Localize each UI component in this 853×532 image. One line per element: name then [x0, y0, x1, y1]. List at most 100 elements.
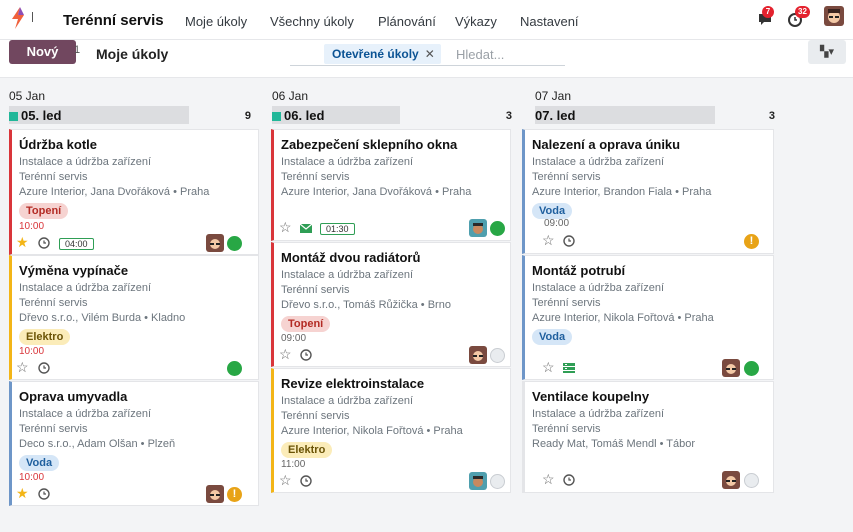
priority-star-icon[interactable]: ☆ — [542, 233, 556, 247]
task-title: Údržba kotle — [19, 137, 98, 152]
assignee-avatar[interactable] — [469, 346, 487, 364]
task-card[interactable]: Revize elektroinstalace Instalace a údrž… — [271, 368, 511, 493]
search-facet-label: Otevřené úkoly — [332, 47, 419, 61]
view-switcher-button[interactable]: ▚▾ — [808, 40, 846, 64]
assignee-avatar[interactable] — [722, 359, 740, 377]
timer-chip: 01:30 — [320, 223, 355, 235]
logo-separator — [32, 12, 33, 22]
card-footer: ☆ — [274, 472, 510, 492]
task-customer: Azure Interior, Nikola Fořtová • Praha — [532, 312, 714, 324]
task-customer: Azure Interior, Jana Dvořáková • Praha — [281, 186, 472, 198]
activity-clock-icon[interactable] — [37, 361, 51, 375]
priority-star-icon[interactable]: ☆ — [279, 473, 293, 487]
priority-star-icon[interactable]: ☆ — [542, 360, 556, 374]
task-time: 11:00 — [281, 459, 306, 470]
task-title: Výměna vypínače — [19, 263, 129, 278]
assignee-avatar[interactable] — [206, 485, 224, 503]
status-normal-icon[interactable] — [490, 474, 505, 489]
card-footer: ☆ ! — [525, 232, 773, 252]
user-avatar[interactable] — [824, 6, 844, 26]
search-input[interactable] — [456, 44, 561, 64]
activity-clock-icon[interactable] — [299, 348, 313, 362]
priority-star-icon[interactable]: ★ — [16, 235, 30, 249]
status-normal-icon[interactable] — [744, 473, 759, 488]
timer-chip: 04:00 — [59, 238, 94, 250]
status-done-icon[interactable] — [744, 361, 759, 376]
task-team: Terénní servis — [532, 423, 601, 435]
priority-star-icon[interactable]: ☆ — [542, 472, 556, 486]
activity-clock-icon[interactable] — [299, 474, 313, 488]
task-card[interactable]: Nalezení a oprava úniku Instalace a údrž… — [522, 129, 774, 254]
task-tag: Voda — [19, 455, 60, 471]
task-customer: Dřevo s.r.o., Vilém Burda • Kladno — [19, 312, 186, 324]
card-footer: ★ ! — [12, 485, 258, 505]
column-progress-mark — [9, 112, 18, 121]
activity-clock-icon[interactable] — [562, 234, 576, 248]
activity-clock-icon[interactable] — [37, 236, 51, 250]
task-project: Instalace a údržba zařízení — [281, 156, 414, 168]
task-title: Revize elektroinstalace — [281, 376, 425, 391]
kanban-column: 06 Jan 06. led 3 Zabezpečení sklepního o… — [271, 86, 522, 506]
activities-badge: 32 — [795, 6, 810, 18]
task-customer: Ready Mat, Tomáš Mendl • Tábor — [532, 438, 696, 450]
card-footer: ★ 04:00 — [12, 234, 258, 254]
task-time: 10:00 — [19, 472, 45, 483]
task-card[interactable]: Údržba kotle Instalace a údržba zařízení… — [9, 129, 259, 255]
search-bar: Otevřené úkoly ✕ — [290, 40, 565, 66]
kanban-column: 07 Jan 07. led 3 Nalezení a oprava úniku… — [522, 86, 785, 506]
app-logo-icon[interactable] — [8, 6, 28, 30]
menu-planning[interactable]: Plánování — [378, 14, 436, 29]
new-button-tail: 1 — [74, 44, 81, 56]
checklist-icon[interactable] — [562, 361, 576, 375]
kanban-view-icon: ▚▾ — [820, 46, 834, 58]
task-tag: Topení — [19, 203, 69, 219]
status-warning-icon[interactable]: ! — [744, 234, 759, 249]
priority-star-icon[interactable]: ☆ — [16, 360, 30, 374]
status-done-icon[interactable] — [490, 221, 505, 236]
task-customer: Azure Interior, Brandon Fiala • Praha — [532, 186, 712, 198]
task-card[interactable]: Ventilace koupelny Instalace a údržba za… — [522, 381, 774, 493]
assignee-avatar[interactable] — [206, 234, 224, 252]
menu-reports[interactable]: Výkazy — [455, 14, 497, 29]
priority-star-icon[interactable]: ☆ — [279, 220, 293, 234]
task-team: Terénní servis — [281, 410, 350, 422]
menu-all-tasks[interactable]: Všechny úkoly — [270, 14, 354, 29]
task-tag: Elektro — [19, 329, 71, 345]
status-done-icon[interactable] — [227, 361, 242, 376]
assignee-avatar[interactable] — [469, 219, 487, 237]
task-card[interactable]: Výměna vypínače Instalace a údržba zaříz… — [9, 255, 259, 380]
task-project: Instalace a údržba zařízení — [532, 408, 665, 420]
task-title: Montáž dvou radiátorů — [281, 250, 421, 265]
task-time: 10:00 — [19, 346, 45, 357]
task-card[interactable]: Montáž dvou radiátorů Instalace a údržba… — [271, 242, 511, 367]
task-card[interactable]: Oprava umyvadla Instalace a údržba zaříz… — [9, 381, 259, 506]
facet-remove-icon[interactable]: ✕ — [425, 47, 435, 61]
menu-settings[interactable]: Nastavení — [520, 14, 579, 29]
task-card[interactable]: Zabezpečení sklepního okna Instalace a ú… — [271, 129, 511, 241]
status-done-icon[interactable] — [227, 236, 242, 251]
task-tag: Voda — [532, 329, 573, 345]
assignee-avatar[interactable] — [469, 472, 487, 490]
priority-star-icon[interactable]: ★ — [16, 486, 30, 500]
task-tag: Topení — [281, 316, 331, 332]
task-team: Terénní servis — [532, 171, 601, 183]
column-date: 05 Jan — [9, 89, 46, 103]
status-normal-icon[interactable] — [490, 348, 505, 363]
activity-clock-icon[interactable] — [37, 487, 51, 501]
activity-clock-icon[interactable] — [562, 473, 576, 487]
task-project: Instalace a údržba zařízení — [532, 156, 665, 168]
app-name[interactable]: Terénní servis — [63, 12, 164, 29]
column-count: 3 — [768, 110, 775, 122]
assignee-avatar[interactable] — [722, 471, 740, 489]
card-footer: ☆ — [12, 359, 258, 379]
task-customer: Dřevo s.r.o., Tomáš Růžička • Brno — [281, 299, 451, 311]
breadcrumb: Moje úkoly — [96, 46, 169, 62]
task-project: Instalace a údržba zařízení — [281, 269, 414, 281]
status-warning-icon[interactable]: ! — [227, 487, 242, 502]
priority-star-icon[interactable]: ☆ — [279, 347, 293, 361]
menu-my-tasks[interactable]: Moje úkoly — [185, 14, 247, 29]
email-icon[interactable] — [299, 221, 313, 235]
task-card[interactable]: Montáž potrubí Instalace a údržba zaříze… — [522, 255, 774, 380]
new-button[interactable]: Nový — [9, 40, 76, 64]
task-time: 09:00 — [281, 333, 307, 344]
